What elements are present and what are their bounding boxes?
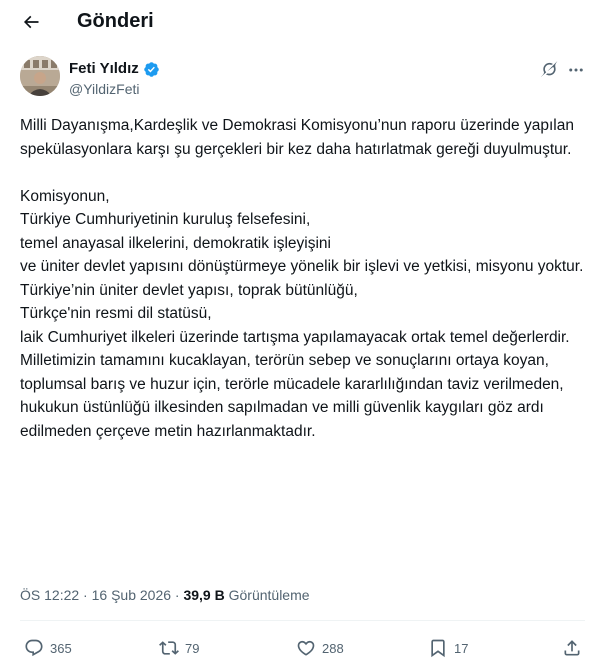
avatar-photo bbox=[20, 56, 60, 96]
action-bar: 365 79 288 17 bbox=[0, 634, 595, 662]
reply-button[interactable]: 365 bbox=[24, 634, 72, 662]
bookmark-button[interactable]: 17 bbox=[428, 634, 468, 662]
author-handle[interactable]: @YildizFeti bbox=[69, 80, 140, 98]
tweet-line: temel anayasal ilkelerini, demokratik iş… bbox=[20, 234, 331, 252]
meta-separator: · bbox=[83, 587, 88, 603]
meta-separator: · bbox=[174, 587, 180, 603]
bookmark-icon bbox=[431, 639, 445, 658]
back-button[interactable] bbox=[18, 9, 44, 35]
tweet-line: Milletimizin tamamını kucaklayan, terörü… bbox=[20, 352, 549, 369]
share-button[interactable] bbox=[562, 634, 582, 662]
grok-icon bbox=[541, 61, 558, 77]
more-horizontal-icon bbox=[569, 68, 583, 72]
views-label: Görüntüleme bbox=[228, 587, 310, 603]
arrow-left-icon bbox=[23, 15, 39, 29]
share-icon bbox=[564, 640, 580, 656]
avatar[interactable] bbox=[20, 56, 60, 96]
reply-icon bbox=[25, 639, 43, 657]
views-count: 39,9 B bbox=[183, 587, 225, 603]
tweet-line: Türkiye Cumhuriyetinin kuruluş felsefesi… bbox=[20, 211, 311, 228]
tweet-time[interactable]: ÖS 12:22 bbox=[20, 587, 79, 603]
divider bbox=[20, 620, 585, 621]
verified-badge-icon[interactable] bbox=[143, 61, 160, 78]
grok-button[interactable] bbox=[540, 60, 560, 80]
heart-icon bbox=[297, 640, 315, 656]
repost-button[interactable]: 79 bbox=[159, 634, 199, 662]
top-bar: Gönderi bbox=[0, 0, 595, 42]
tweet-line: ve üniter devlet yapısını dönüştürmeye y… bbox=[20, 258, 584, 275]
tweet-line: Komisyonun, bbox=[20, 187, 110, 205]
tweet-paragraph: Milli Dayanışma,Kardeşlik ve Demokrasi K… bbox=[20, 117, 574, 158]
author-name-row[interactable]: Feti Yıldız bbox=[69, 60, 160, 78]
bookmark-count: 17 bbox=[454, 640, 469, 656]
like-button[interactable]: 288 bbox=[296, 634, 344, 662]
page-title: Gönderi bbox=[77, 10, 154, 32]
reply-count: 365 bbox=[50, 640, 72, 656]
tweet-line: Türkiye’nin üniter devlet yapısı, toprak… bbox=[20, 281, 358, 299]
repost-icon bbox=[159, 641, 179, 655]
tweet-meta: ÖS 12:22 · 16 Şub 2026 · 39,9 B Görüntül… bbox=[20, 586, 310, 604]
repost-count: 79 bbox=[185, 640, 200, 656]
more-options-button[interactable] bbox=[566, 60, 586, 80]
tweet-line: laik Cumhuriyet ilkeleri üzerinde tartış… bbox=[20, 328, 570, 346]
like-count: 288 bbox=[322, 640, 344, 656]
tweet-line: hukukun üstünlüğü ilkesinden sapılmadan … bbox=[20, 399, 544, 440]
tweet-date[interactable]: 16 Şub 2026 bbox=[92, 587, 171, 603]
tweet-line: toplumsal barış ve huzur için, terörle m… bbox=[20, 375, 564, 393]
tweet-text: Milli Dayanışma,Kardeşlik ve Demokrasi K… bbox=[20, 114, 585, 443]
tweet-line: Türkçe'nin resmi dil statüsü, bbox=[20, 305, 212, 322]
author-name[interactable]: Feti Yıldız bbox=[69, 60, 139, 78]
